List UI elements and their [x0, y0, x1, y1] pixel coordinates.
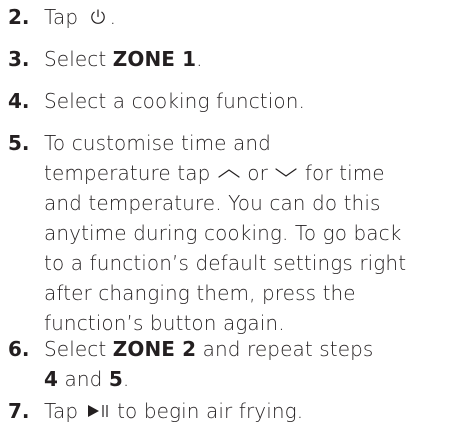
- step-text: Select a cooking function.: [44, 89, 305, 113]
- step-6-line-2: 4 and 5.: [44, 364, 457, 394]
- step-6-line-1: Select ZONE 2 and repeat steps: [44, 334, 457, 364]
- step-5-line-1: To customise time and: [44, 131, 271, 155]
- step-2: 2. Tap .: [0, 2, 457, 32]
- step-number: 2.: [8, 5, 30, 29]
- power-icon: [89, 8, 107, 26]
- step-5-line-2: temperature tap or for time: [44, 158, 457, 188]
- step-5-line-2-pre: temperature tap: [44, 161, 217, 185]
- step-4: 4. Select a cooking function.: [0, 86, 457, 116]
- step-number: 3.: [8, 47, 30, 71]
- step-3-text-pre: Select: [44, 47, 113, 71]
- step-7: 7. Tap to begin air frying.: [0, 396, 457, 426]
- step-text: To customise time and temperature tap or…: [44, 128, 457, 338]
- step-5-line-6: after changing them, press the: [44, 281, 356, 305]
- chevron-up-icon: [217, 166, 241, 180]
- step-number: 4.: [8, 89, 30, 113]
- step-5-line-4: anytime during cooking. To go back: [44, 221, 402, 245]
- step-5: 5. To customise time and temperature tap…: [0, 128, 457, 338]
- step-7-text-post: to begin air frying.: [110, 399, 304, 423]
- step-ref-4: 4: [44, 367, 59, 391]
- step-text: Select ZONE 1.: [44, 44, 457, 74]
- step-text: Tap to begin air frying.: [44, 396, 457, 426]
- step-3: 3. Select ZONE 1.: [0, 44, 457, 74]
- step-number: 5.: [8, 131, 30, 155]
- zone-1-label: ZONE 1: [112, 47, 197, 71]
- step-6-line-1-pre: Select: [44, 337, 113, 361]
- step-5-line-5: to a function’s default settings right: [44, 251, 407, 275]
- step-5-line-3: and temperature. You can do this: [44, 191, 381, 215]
- step-2-text-pre: Tap: [44, 5, 79, 29]
- step-5-line-2-mid: or: [240, 161, 275, 185]
- step-3-text-post: .: [196, 47, 203, 71]
- zone-2-label: ZONE 2: [112, 337, 197, 361]
- play-pause-icon: [85, 403, 111, 419]
- step-number: 6.: [8, 337, 30, 361]
- step-number: 7.: [8, 399, 30, 423]
- step-6-line-2-post: .: [122, 367, 130, 391]
- step-ref-5: 5: [108, 367, 123, 391]
- step-6-line-2-mid: and: [58, 367, 109, 391]
- step-6: 6. Select ZONE 2 and repeat steps 4 and …: [0, 334, 457, 394]
- step-6-line-1-post: and repeat steps: [196, 337, 374, 361]
- instruction-steps: 2. Tap . 3. Select ZONE 1. 4. Select a c…: [0, 0, 457, 431]
- step-2-text-post: .: [109, 5, 117, 29]
- step-7-text-pre: Tap: [44, 399, 85, 423]
- step-5-line-2-post: for time: [298, 161, 385, 185]
- step-text: Select ZONE 2 and repeat steps 4 and 5.: [44, 334, 457, 394]
- chevron-down-icon: [274, 166, 298, 180]
- step-text: Tap .: [44, 2, 457, 32]
